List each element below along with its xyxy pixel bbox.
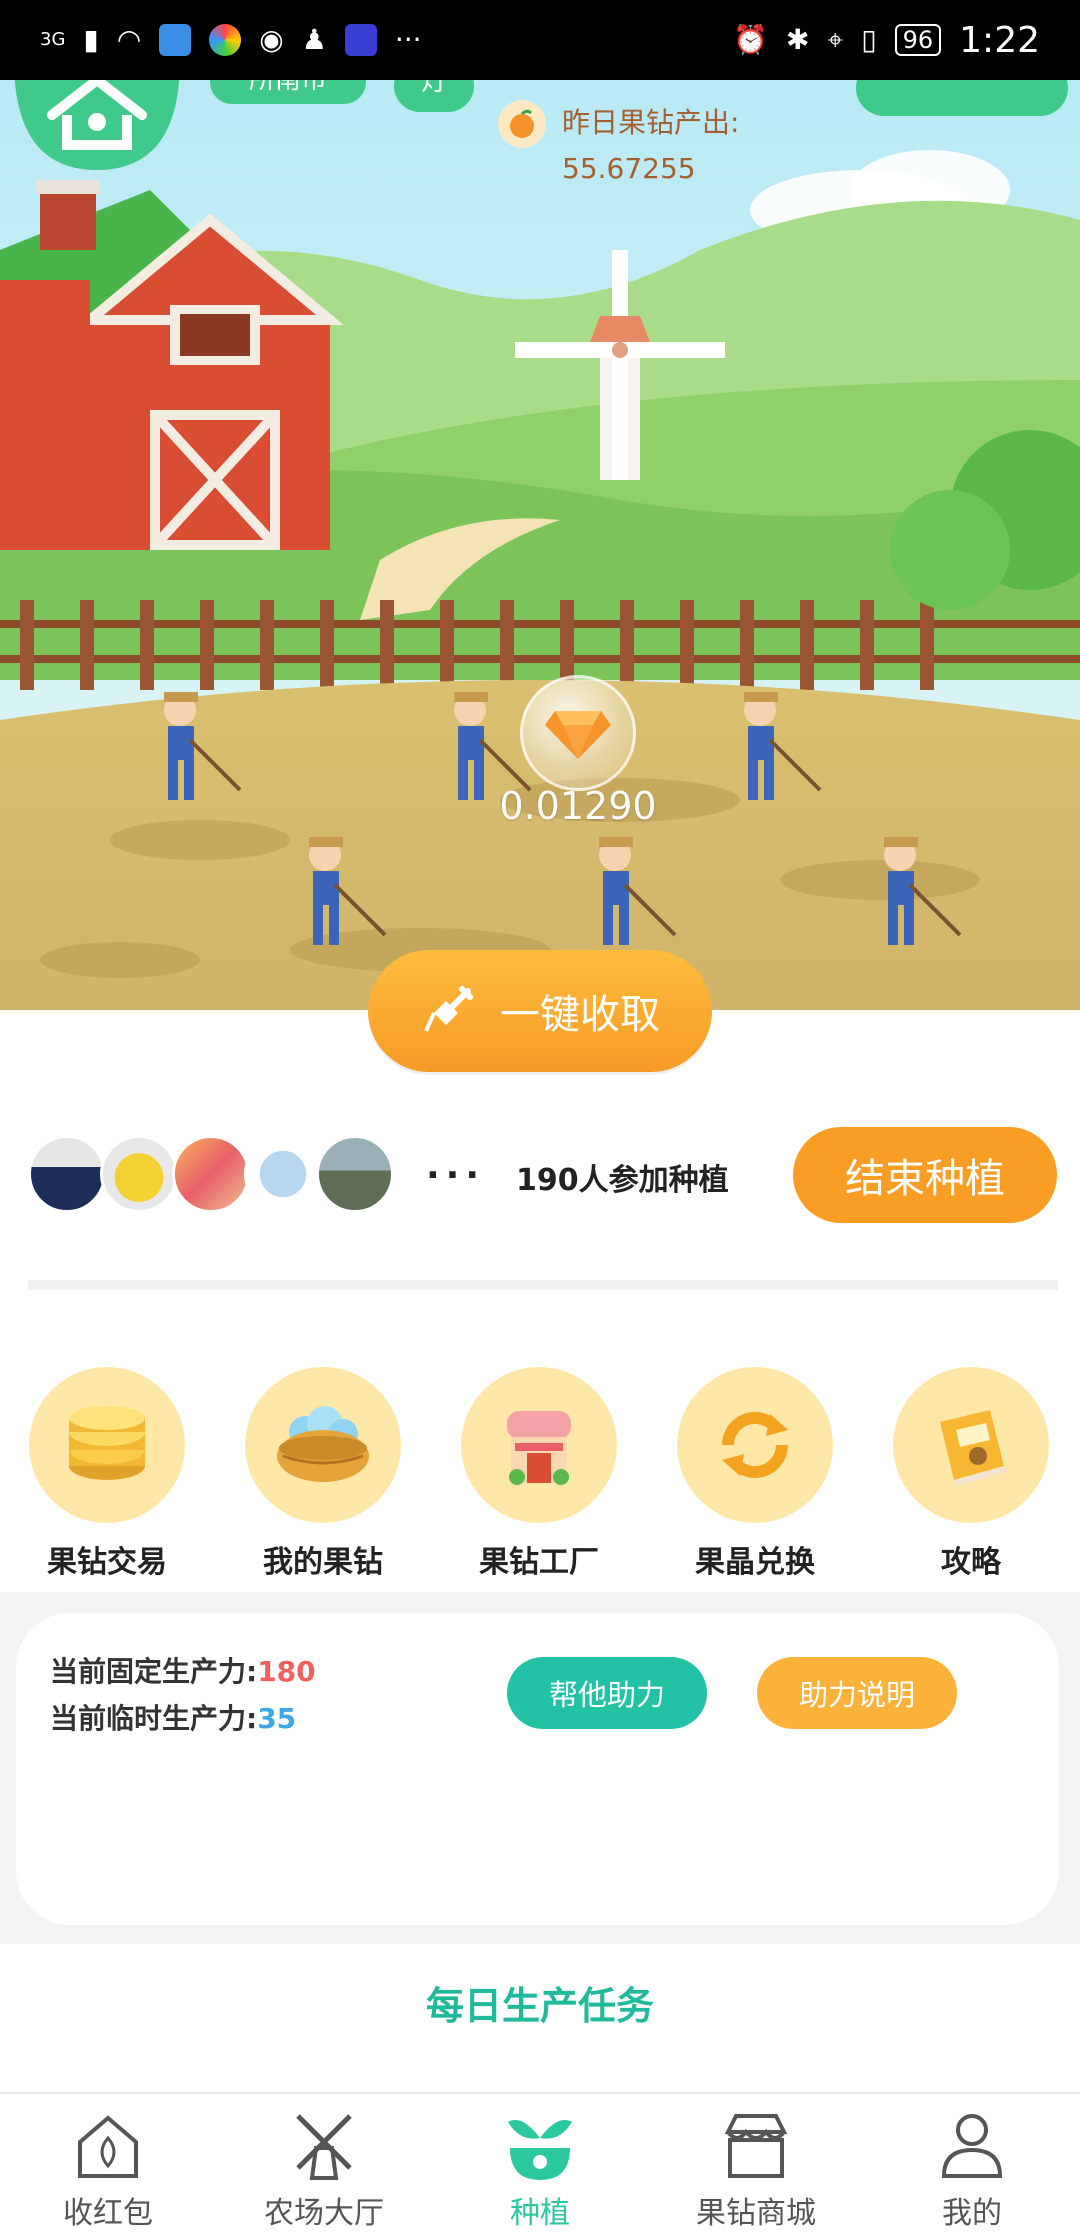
status-right: ⏰ ✱ ⌖ ▯ 96 1:22: [733, 20, 1040, 61]
yesterday-yield-value: 55.67255: [562, 152, 696, 185]
page: 3G ▮ ◠ ◉ ♟ ··· ⏰ ✱ ⌖ ▯ 96 1:22 所南市 灯 昨日果…: [0, 0, 1080, 2240]
battery-indicator: 96: [894, 24, 942, 56]
menu-item-diamond-factory[interactable]: 果钻工厂: [459, 1367, 619, 1581]
menu-item-my-diamonds[interactable]: 我的果钻: [243, 1367, 403, 1581]
yesterday-yield-text: 昨日果钻产出: 55.67255: [562, 100, 739, 192]
sprout-icon: [508, 2120, 572, 2180]
menu-label: 果晶兑换: [695, 1545, 815, 1580]
gold-coins-icon: [29, 1367, 185, 1523]
boost-explanation-button[interactable]: 助力说明: [757, 1657, 957, 1729]
tab-label: 果钻商城: [696, 2196, 816, 2231]
harvest-all-button[interactable]: 一键收取: [368, 950, 712, 1072]
menu-label: 我的果钻: [263, 1545, 383, 1580]
factory-icon: [461, 1367, 617, 1523]
bluetooth-icon: ✱: [785, 23, 810, 56]
menu-label: 果钻工厂: [479, 1545, 599, 1580]
avatar: [316, 1135, 394, 1213]
fixed-productivity: 当前固定生产力:180: [50, 1650, 316, 1690]
orange-fruit-icon: [498, 100, 546, 148]
exchange-icon: [677, 1367, 833, 1523]
tab-label: 我的: [942, 2196, 1002, 2231]
yesterday-yield: 昨日果钻产出: 55.67255: [498, 100, 739, 192]
browser-app-icon: [159, 24, 192, 56]
signal-icon: 3G: [40, 29, 66, 50]
avatar: [28, 1135, 106, 1213]
farm-scene: [0, 80, 1080, 1010]
shovel-icon: [424, 986, 473, 1032]
tab-diamond-shop[interactable]: 果钻商城: [648, 2094, 864, 2240]
menu-item-crystal-exchange[interactable]: 果晶兑换: [675, 1367, 835, 1581]
menu-label: 果钻交易: [47, 1545, 167, 1580]
wifi-icon: ◠: [116, 23, 142, 56]
alarm-icon: ⏰: [733, 23, 768, 56]
avatar: [244, 1135, 322, 1213]
signal-bars-icon: ▮: [83, 23, 99, 56]
album-book-icon: [893, 1367, 1049, 1523]
fixed-productivity-label: 当前固定生产力:: [50, 1655, 258, 1688]
tab-farm-hall[interactable]: 农场大厅: [216, 2094, 432, 2240]
temp-productivity-value: 35: [257, 1702, 297, 1735]
windmill-icon: [296, 2114, 352, 2180]
game-app-icon: ◉: [259, 23, 284, 56]
bubble-value: 0.01290: [499, 784, 657, 828]
harvest-all-label: 一键收取: [500, 992, 660, 1038]
more-participants-dots: ···: [426, 1155, 486, 1196]
fixed-productivity-value: 180: [257, 1655, 316, 1688]
participant-count: 190人参加种植: [516, 1163, 729, 1198]
vibrate-icon: ▯: [861, 23, 877, 56]
farm-background: [0, 80, 1080, 1010]
shop-app-icon: [344, 24, 377, 56]
avatar: [100, 1135, 178, 1213]
status-bar: 3G ▮ ◠ ◉ ♟ ··· ⏰ ✱ ⌖ ▯ 96 1:22: [0, 0, 1080, 80]
end-planting-button[interactable]: 结束种植: [793, 1127, 1057, 1223]
help-boost-button[interactable]: 帮他助力: [507, 1657, 707, 1729]
red-packet-house-icon: [78, 2115, 138, 2178]
tab-red-packet[interactable]: 收红包: [0, 2094, 216, 2240]
daily-tasks-title[interactable]: 每日生产任务: [0, 1975, 1080, 2030]
colorful-app-icon: [209, 24, 242, 56]
status-left: 3G ▮ ◠ ◉ ♟ ···: [40, 24, 422, 56]
bottom-tab-bar: 收红包 农场大厅 种植 果钻商城 我的: [0, 2092, 1080, 2240]
diamond-bubble[interactable]: [520, 675, 636, 791]
qq-icon: ♟: [301, 23, 327, 56]
person-icon: [941, 2114, 1003, 2178]
yesterday-yield-label: 昨日果钻产出:: [562, 106, 740, 139]
clock: 1:22: [959, 19, 1040, 61]
more-notifications-icon: ···: [394, 23, 422, 56]
tab-label: 农场大厅: [264, 2196, 384, 2231]
diamond-basket-icon: [245, 1367, 401, 1523]
menu-item-diamond-trade[interactable]: 果钻交易: [27, 1367, 187, 1581]
participant-avatars[interactable]: [28, 1135, 394, 1213]
menu-item-guide[interactable]: 攻略: [891, 1367, 1051, 1581]
temp-productivity: 当前临时生产力:35: [50, 1697, 296, 1737]
tab-planting[interactable]: 种植: [432, 2094, 648, 2240]
orange-diamond-icon: [545, 711, 611, 759]
tab-label: 收红包: [63, 2196, 153, 2231]
tab-label: 种植: [510, 2196, 570, 2231]
temp-productivity-label: 当前临时生产力:: [50, 1702, 258, 1735]
shop-icon: [724, 2114, 788, 2178]
location-icon: ⌖: [827, 23, 844, 56]
section-divider: [28, 1280, 1058, 1290]
menu-label: 攻略: [941, 1545, 1001, 1580]
avatar: [172, 1135, 250, 1213]
tab-mine[interactable]: 我的: [864, 2094, 1080, 2240]
